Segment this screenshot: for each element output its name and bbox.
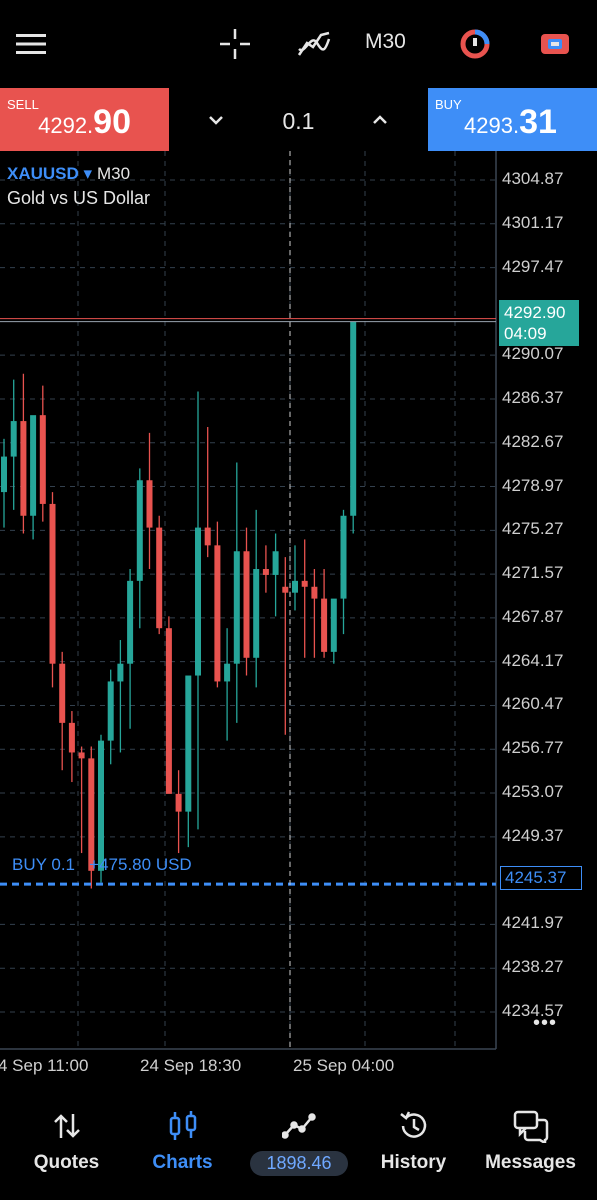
nav-history[interactable]: History bbox=[354, 1100, 473, 1200]
candle-body bbox=[49, 503, 56, 664]
top-toolbar: M30 bbox=[0, 0, 597, 88]
candle-body bbox=[243, 551, 250, 658]
price-tick-label: 4278.97 bbox=[502, 475, 564, 495]
volume-control: 0.1 bbox=[169, 88, 428, 151]
candle-body bbox=[156, 527, 163, 629]
candle-body bbox=[107, 681, 114, 741]
price-tick-label: 4267.87 bbox=[502, 606, 564, 626]
nav-quotes[interactable]: Quotes bbox=[7, 1100, 126, 1200]
candle-body bbox=[88, 758, 95, 871]
candle-body bbox=[10, 421, 17, 457]
candle-body bbox=[59, 663, 66, 723]
candle-body bbox=[311, 586, 318, 599]
history-icon bbox=[354, 1108, 473, 1144]
nav-history-label: History bbox=[380, 1152, 447, 1173]
candle-body bbox=[1, 456, 7, 493]
sell-label: SELL bbox=[7, 97, 39, 112]
candle-body bbox=[301, 580, 308, 587]
position-label[interactable]: BUY 0.1 +475.80 USD bbox=[12, 855, 192, 875]
nav-charts[interactable]: Charts bbox=[123, 1100, 242, 1200]
position-price: 4245.37 bbox=[505, 868, 567, 887]
current-price: 4292.90 bbox=[504, 303, 566, 322]
candle-body bbox=[224, 663, 231, 682]
candle-body bbox=[253, 569, 260, 658]
candle-body bbox=[98, 740, 104, 871]
candle-body bbox=[350, 321, 357, 516]
candle-body bbox=[146, 480, 153, 528]
symbol-selector[interactable]: XAUUSD ▾ bbox=[7, 164, 92, 184]
buy-price: 4293.31 bbox=[464, 103, 557, 141]
timeframe-button[interactable]: M30 bbox=[365, 30, 406, 54]
candle-body bbox=[78, 752, 85, 759]
sell-price: 4292.90 bbox=[38, 103, 131, 141]
price-tick-label: 4253.07 bbox=[502, 782, 564, 802]
candle-body bbox=[30, 415, 37, 516]
price-tick-label: 4290.07 bbox=[502, 344, 564, 364]
sell-button[interactable]: SELL 4292.90 bbox=[0, 88, 169, 151]
price-tick-label: 4241.97 bbox=[502, 913, 564, 933]
chart-timeframe: M30 bbox=[97, 164, 131, 183]
candle-body bbox=[165, 628, 172, 794]
increase-volume-icon[interactable] bbox=[370, 110, 390, 130]
price-tick-label: 4301.17 bbox=[502, 212, 564, 232]
bottom-navigation: Quotes Charts History Messages bbox=[0, 1100, 597, 1200]
price-tick-label: 4297.47 bbox=[502, 256, 564, 276]
candle-body bbox=[262, 569, 269, 575]
candle-body bbox=[175, 793, 182, 812]
buy-button[interactable]: BUY 4293.31 bbox=[428, 88, 597, 151]
indicators-icon[interactable] bbox=[292, 22, 336, 66]
menu-icon[interactable] bbox=[9, 22, 53, 66]
account-balance: 1898.46 bbox=[266, 1153, 332, 1173]
price-tick-label: 4264.17 bbox=[502, 650, 564, 670]
position-price-tag: 4245.37 bbox=[500, 866, 582, 890]
trade-icon bbox=[239, 1108, 358, 1144]
price-tick-label: 4286.37 bbox=[502, 387, 564, 407]
candle-body bbox=[321, 598, 328, 652]
charts-icon bbox=[123, 1108, 242, 1144]
candle-body bbox=[340, 515, 347, 599]
current-price-tag: 4292.90 04:09 bbox=[499, 300, 579, 346]
trade-panel-icon[interactable] bbox=[533, 22, 577, 66]
candle-body bbox=[282, 586, 289, 593]
quotes-icon bbox=[7, 1108, 126, 1144]
buy-label: BUY bbox=[435, 97, 462, 112]
price-tick-label: 4282.67 bbox=[502, 431, 564, 451]
more-icon[interactable]: ••• bbox=[533, 1012, 557, 1035]
candle-body bbox=[292, 580, 298, 593]
candle-body bbox=[330, 598, 337, 652]
candle-body bbox=[204, 527, 211, 546]
price-tick-label: 4271.57 bbox=[502, 563, 564, 583]
candle-body bbox=[68, 722, 75, 753]
time-tick-label: 24 Sep 18:30 bbox=[140, 1056, 242, 1075]
candle-body bbox=[136, 480, 143, 581]
candle-body bbox=[185, 675, 192, 812]
candle-countdown: 04:09 bbox=[504, 324, 547, 343]
crosshair-icon[interactable] bbox=[213, 22, 257, 66]
price-tick-label: 4249.37 bbox=[502, 825, 564, 845]
price-tick-label: 4275.27 bbox=[502, 519, 564, 539]
symbol-description: Gold vs US Dollar bbox=[7, 188, 151, 208]
candle-body bbox=[127, 580, 134, 664]
price-tick-label: 4260.47 bbox=[502, 694, 564, 714]
nav-charts-label: Charts bbox=[152, 1152, 213, 1173]
time-tick-label: 4 Sep 11:00 bbox=[0, 1056, 89, 1075]
price-tick-label: 4256.77 bbox=[502, 738, 564, 758]
candle-body bbox=[195, 527, 201, 676]
nav-trade[interactable] bbox=[239, 1100, 358, 1200]
candle-body bbox=[20, 421, 27, 516]
candle-body bbox=[233, 551, 240, 664]
candle-body bbox=[39, 415, 46, 504]
messages-icon bbox=[471, 1108, 590, 1144]
nav-messages-label: Messages bbox=[485, 1152, 576, 1173]
objects-icon[interactable] bbox=[453, 22, 497, 66]
candle-body bbox=[272, 551, 279, 575]
price-tick-label: 4238.27 bbox=[502, 957, 564, 977]
price-tick-label: 4304.87 bbox=[502, 169, 564, 188]
candle-body bbox=[117, 663, 124, 682]
nav-quotes-label: Quotes bbox=[33, 1152, 100, 1173]
time-tick-label: 25 Sep 04:00 bbox=[293, 1056, 395, 1075]
nav-messages[interactable]: Messages bbox=[471, 1100, 590, 1200]
balance-badge[interactable]: 1898.46 bbox=[250, 1151, 348, 1176]
candle-body bbox=[214, 545, 221, 682]
